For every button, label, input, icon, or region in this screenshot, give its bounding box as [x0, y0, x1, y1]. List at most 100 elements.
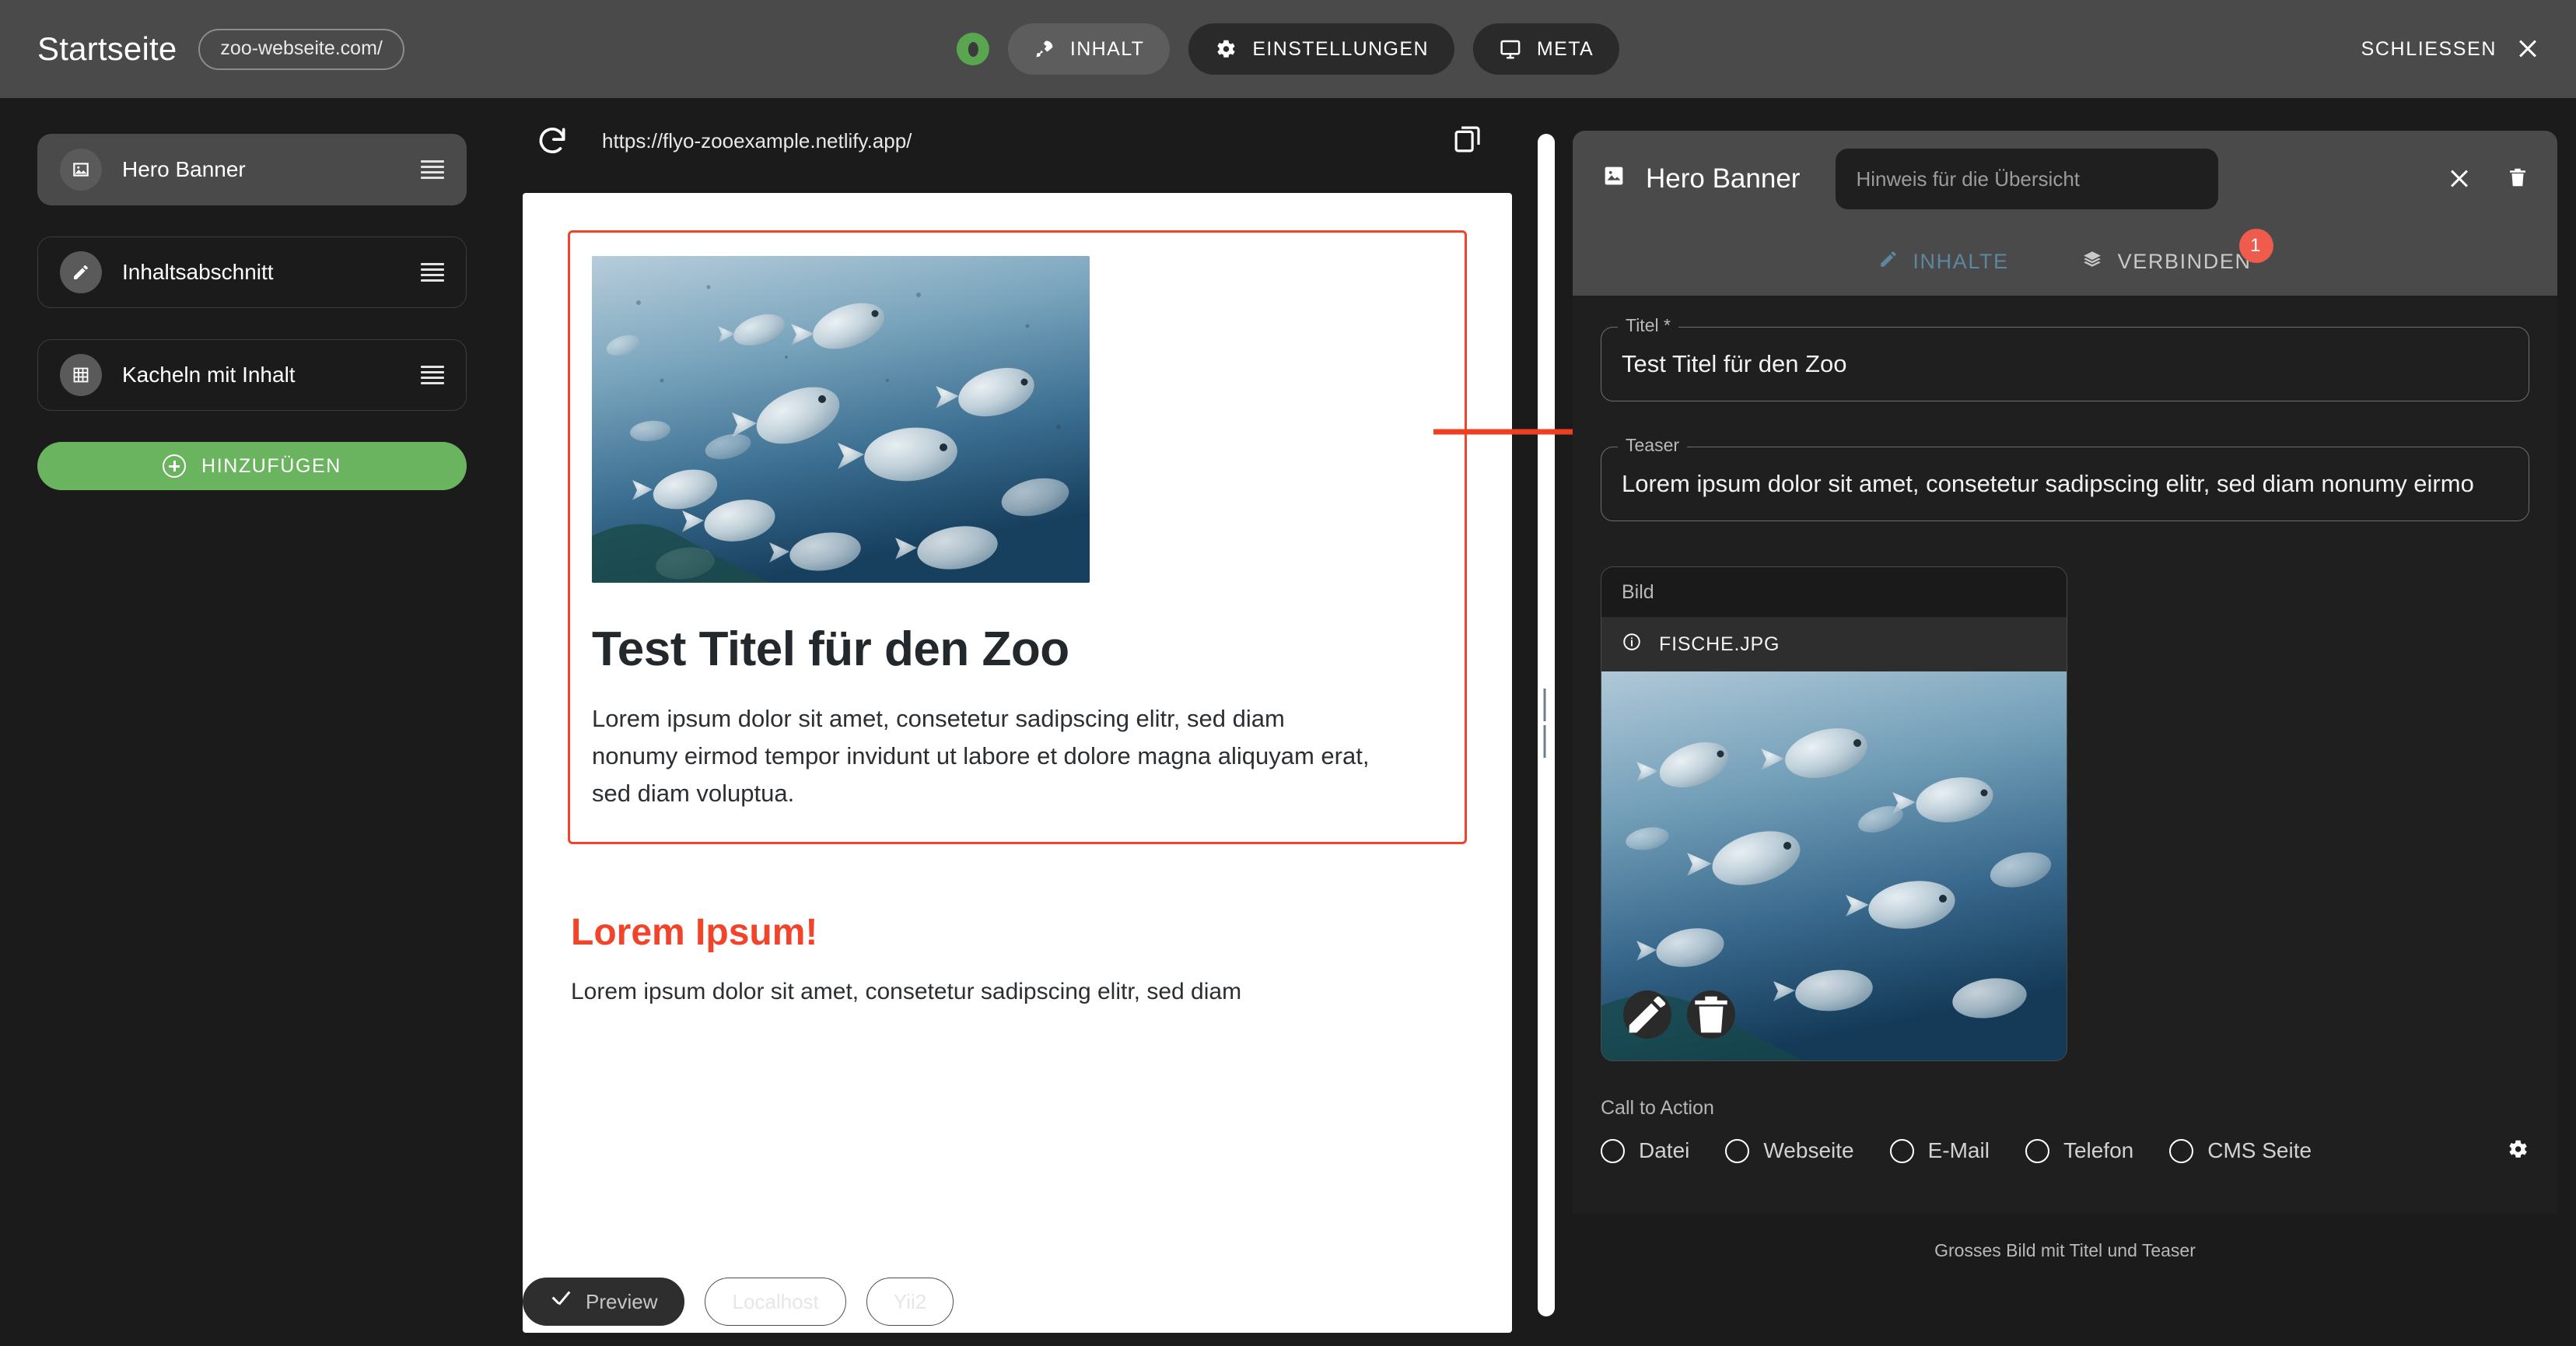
env-chip-yii2[interactable]: Yii2	[866, 1278, 954, 1326]
image-field-thumbnail	[1601, 671, 2067, 1060]
check-icon	[550, 1295, 573, 1309]
image-icon	[60, 149, 102, 191]
grip-icon	[1542, 689, 1551, 762]
preview-section-two-title: Lorem Ipsum!	[571, 912, 818, 954]
field-teaser[interactable]: Teaser Lorem ipsum dolor sit amet, conse…	[1601, 435, 2529, 521]
preview-section-two-body: Lorem ipsum dolor sit amet, consetetur s…	[571, 979, 1242, 1005]
image-file-name: FISCHE.JPG	[1659, 633, 1780, 655]
pencil-icon	[1878, 249, 1899, 275]
pencil-icon	[60, 251, 102, 293]
env-chip-yii2-label: Yii2	[893, 1289, 927, 1313]
field-titel-box[interactable]: Test Titel für den Zoo	[1601, 327, 2529, 401]
grid-icon	[60, 354, 102, 396]
cta-option-webseite[interactable]: Webseite	[1725, 1138, 1854, 1163]
blocks-sidebar: Hero Banner Inhaltsabschnitt Kacheln mit…	[0, 98, 504, 1346]
sidebar-item-kacheln-mit-inhalt[interactable]: Kacheln mit Inhalt	[37, 339, 467, 411]
sidebar-item-label: Kacheln mit Inhalt	[122, 363, 296, 387]
panel-tabs: INHALTE VERBINDEN 1	[1573, 227, 2557, 296]
panel-resize-handle[interactable]	[1538, 134, 1555, 1316]
status-badge: 1	[2238, 228, 2273, 263]
preview-environment-switcher: Preview Localhost Yii2	[523, 1278, 954, 1326]
cta-option-telefon[interactable]: Telefon	[2025, 1138, 2133, 1163]
preview-hero-title: Test Titel für den Zoo	[592, 622, 1069, 676]
hint-input[interactable]	[1836, 149, 2219, 209]
drag-handle-icon[interactable]	[421, 363, 444, 387]
eye-icon[interactable]	[956, 33, 989, 65]
cta-option-label: Telefon	[2063, 1138, 2134, 1162]
panel-body: Titel * Test Titel für den Zoo Teaser Lo…	[1573, 296, 2557, 1214]
preview-hero-body: Lorem ipsum dolor sit amet, consetetur s…	[592, 705, 1370, 808]
image-actions	[1623, 990, 1735, 1039]
tab-inhalte-label: INHALTE	[1913, 249, 2009, 273]
topbar-center-group: INHALT EINSTELLUNGEN META	[956, 23, 1620, 75]
sidebar-item-inhaltsabschnitt[interactable]: Inhaltsabschnitt	[37, 237, 467, 308]
field-teaser-label: Teaser	[1618, 435, 1688, 456]
env-chip-localhost[interactable]: Localhost	[705, 1278, 846, 1326]
tab-inhalt-label: INHALT	[1069, 37, 1145, 60]
preview-iframe[interactable]: Test Titel für den Zoo Lorem ipsum dolor…	[523, 193, 1512, 1333]
drag-handle-icon[interactable]	[421, 260, 444, 285]
cta-option-datei[interactable]: Datei	[1601, 1138, 1689, 1163]
close-icon[interactable]	[2448, 168, 2470, 190]
preview-url[interactable]: https://flyo-zooexample.netlify.app/	[602, 129, 1451, 153]
delete-image-button[interactable]	[1687, 990, 1735, 1039]
layers-icon	[2081, 249, 2104, 275]
field-titel-value: Test Titel für den Zoo	[1622, 350, 1847, 377]
field-teaser-value: Lorem ipsum dolor sit amet, consetetur s…	[1622, 470, 2474, 497]
top-toolbar: Startseite zoo-webseite.com/ INHALT EINS…	[0, 0, 2576, 98]
tab-inhalte[interactable]: INHALTE	[1878, 249, 2008, 275]
rocket-icon	[1034, 38, 1055, 60]
radio-icon[interactable]	[1889, 1138, 1914, 1163]
copy-icon[interactable]	[1451, 123, 1484, 159]
env-chip-localhost-label: Localhost	[732, 1289, 819, 1313]
edit-image-button[interactable]	[1623, 990, 1671, 1039]
preview-toolbar: https://flyo-zooexample.netlify.app/	[504, 98, 1531, 184]
cta-option-cms-seite[interactable]: CMS Seite	[2169, 1138, 2312, 1163]
monitor-icon	[1499, 37, 1522, 61]
cta-option-label: E-Mail	[1927, 1138, 1990, 1162]
preview-content: Test Titel für den Zoo Lorem ipsum dolor…	[523, 193, 1512, 1011]
tab-einstellungen[interactable]: EINSTELLUNGEN	[1188, 23, 1454, 75]
add-block-label: HINZUFÜGEN	[201, 454, 341, 477]
cta-option-label: CMS Seite	[2207, 1138, 2312, 1162]
drag-handle-icon[interactable]	[421, 157, 444, 182]
cta-option-label: Webseite	[1763, 1138, 1854, 1162]
tab-meta[interactable]: META	[1472, 23, 1620, 75]
cta-label: Call to Action	[1601, 1097, 1714, 1119]
field-teaser-box[interactable]: Lorem ipsum dolor sit amet, consetetur s…	[1601, 447, 2529, 521]
env-chip-preview[interactable]: Preview	[523, 1278, 685, 1326]
add-block-button[interactable]: HINZUFÜGEN	[37, 442, 467, 490]
trash-icon[interactable]	[2506, 164, 2529, 195]
site-url-chip[interactable]: zoo-webseite.com/	[198, 28, 404, 70]
preview-pane: https://flyo-zooexample.netlify.app/ Tes…	[504, 98, 1531, 1346]
preview-hero-image	[592, 256, 1090, 583]
close-icon[interactable]	[2517, 38, 2539, 60]
plus-circle-icon	[163, 454, 187, 478]
close-editor-label: SCHLIESSEN	[2361, 37, 2497, 60]
radio-icon[interactable]	[2025, 1138, 2049, 1163]
radio-icon[interactable]	[2169, 1138, 2194, 1163]
tab-inhalt[interactable]: INHALT	[1007, 23, 1171, 75]
image-file-row[interactable]: FISCHE.JPG	[1601, 617, 2067, 671]
info-icon[interactable]	[1622, 632, 1642, 657]
panel-header: Hero Banner	[1573, 131, 2557, 227]
env-chip-preview-label: Preview	[586, 1289, 658, 1313]
gear-icon[interactable]	[2506, 1137, 2529, 1165]
preview-hero-block[interactable]: Test Titel für den Zoo Lorem ipsum dolor…	[568, 230, 1467, 845]
panel-footer-note: Grosses Bild mit Titel und Teaser	[1934, 1240, 2196, 1260]
close-editor-button[interactable]: SCHLIESSEN	[2361, 38, 2539, 61]
field-titel-label: Titel *	[1618, 315, 1678, 336]
reload-icon[interactable]	[535, 124, 569, 158]
radio-icon[interactable]	[1725, 1138, 1750, 1163]
sidebar-item-label: Inhaltsabschnitt	[122, 260, 274, 284]
tab-verbinden-label: VERBINDEN	[2117, 249, 2252, 273]
topbar-left-group: Startseite zoo-webseite.com/	[0, 28, 404, 70]
cta-options: Datei Webseite E-Mail Telefon CMS Seite	[1601, 1138, 2529, 1163]
radio-icon[interactable]	[1601, 1138, 1625, 1163]
field-titel[interactable]: Titel * Test Titel für den Zoo	[1601, 315, 2529, 401]
sidebar-item-label: Hero Banner	[122, 157, 246, 181]
sidebar-item-hero-banner[interactable]: Hero Banner	[37, 134, 467, 205]
preview-section-two[interactable]: Lorem Ipsum! Lorem ipsum dolor sit amet,…	[571, 911, 1512, 1011]
tab-verbinden[interactable]: VERBINDEN 1	[2081, 228, 2273, 275]
cta-option-email[interactable]: E-Mail	[1889, 1138, 1990, 1163]
